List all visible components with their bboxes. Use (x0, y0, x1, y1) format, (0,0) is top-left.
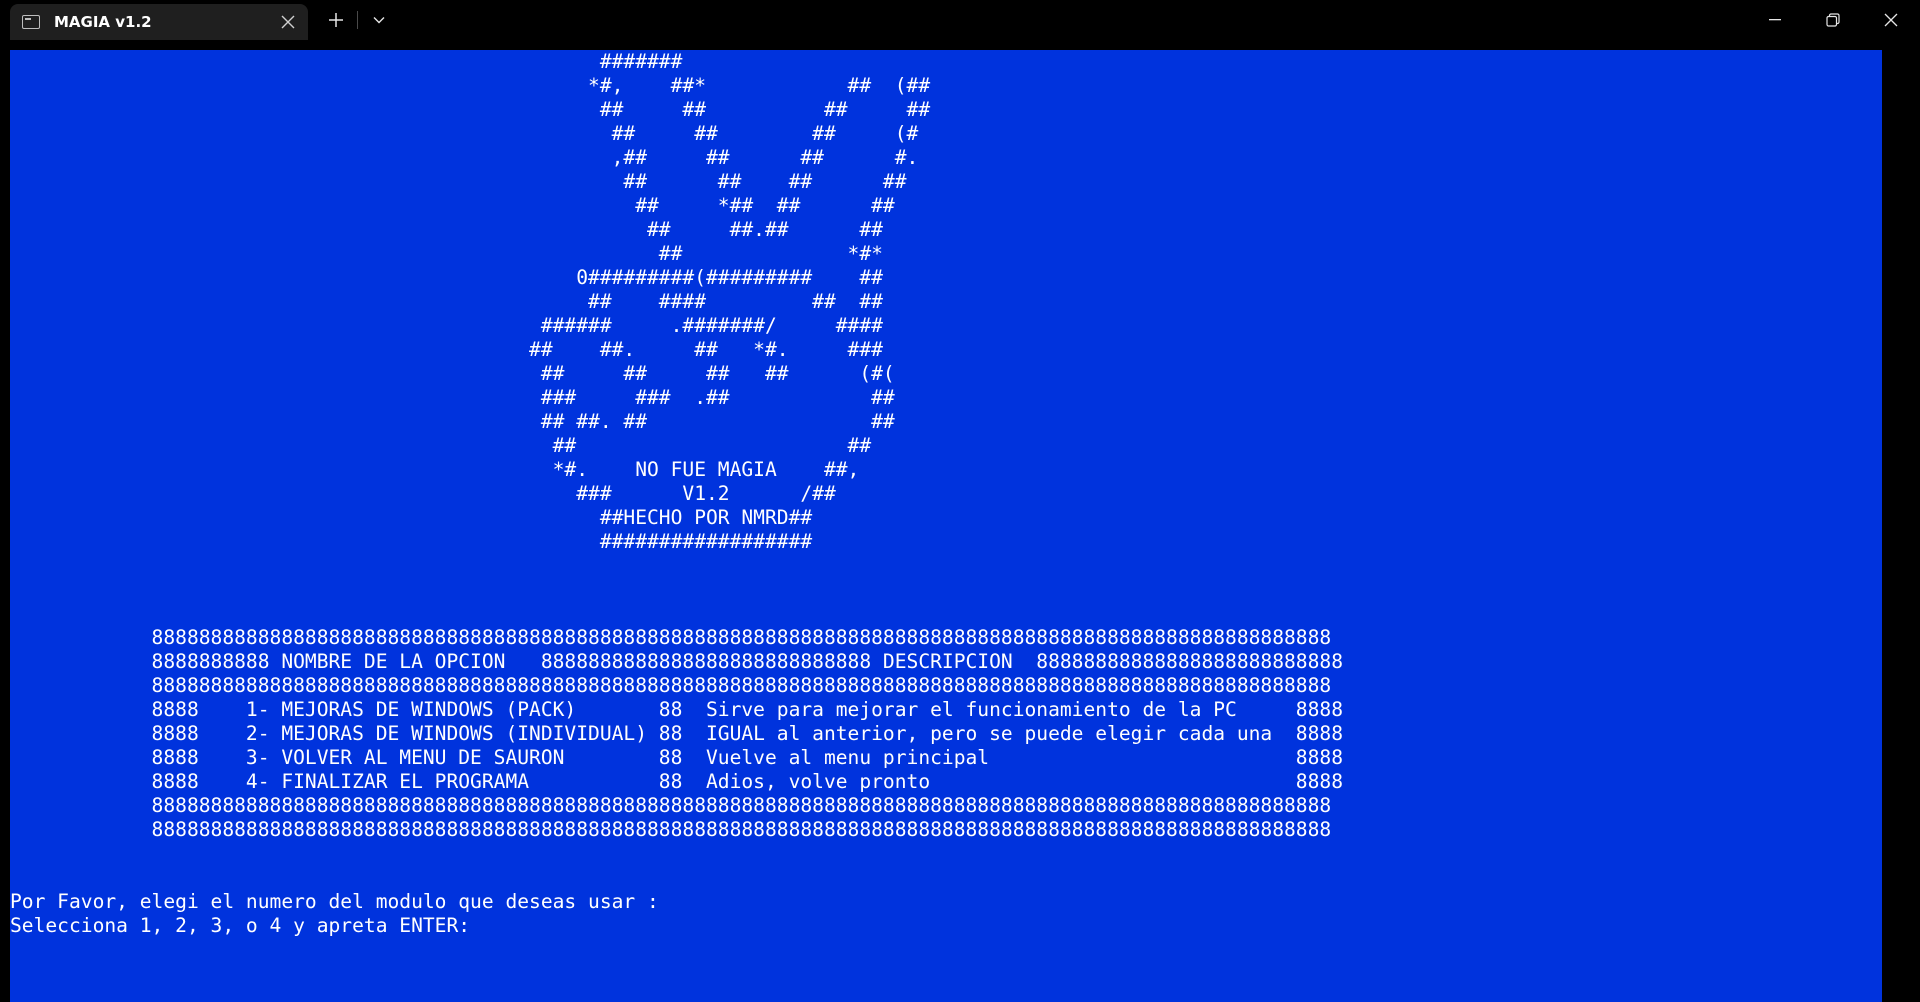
scrollbar[interactable] (1882, 50, 1920, 1002)
plus-icon (329, 13, 343, 27)
close-window-button[interactable] (1862, 0, 1920, 40)
tab-separator (357, 11, 358, 29)
chevron-down-icon (373, 17, 385, 24)
restore-button[interactable] (1804, 0, 1862, 40)
terminal-icon (22, 15, 40, 29)
menu-options-table: 8888888888888888888888888888888888888888… (151, 626, 1343, 841)
close-icon (281, 15, 295, 29)
ascii-art-banner: ####### *#, ##* ## (## ## ## ## ## ## ##… (529, 50, 931, 553)
prompt-line-2: Selecciona 1, 2, 3, o 4 y apreta ENTER: (10, 914, 471, 937)
prompt-line-1: Por Favor, elegi el numero del modulo qu… (10, 890, 659, 913)
title-bar: MAGIA v1.2 (0, 0, 1920, 40)
terminal-tab[interactable]: MAGIA v1.2 (10, 4, 308, 40)
close-tab-button[interactable] (274, 8, 302, 36)
tab-title: MAGIA v1.2 (54, 13, 152, 31)
restore-icon (1826, 13, 1840, 27)
minimize-button[interactable] (1746, 0, 1804, 40)
close-icon (1884, 13, 1898, 27)
tab-dropdown-button[interactable] (365, 6, 393, 34)
console-output[interactable]: ####### *#, ##* ## (## ## ## ## ## ## ##… (10, 50, 1882, 1002)
new-tab-button[interactable] (322, 6, 350, 34)
minimize-icon (1769, 19, 1781, 21)
